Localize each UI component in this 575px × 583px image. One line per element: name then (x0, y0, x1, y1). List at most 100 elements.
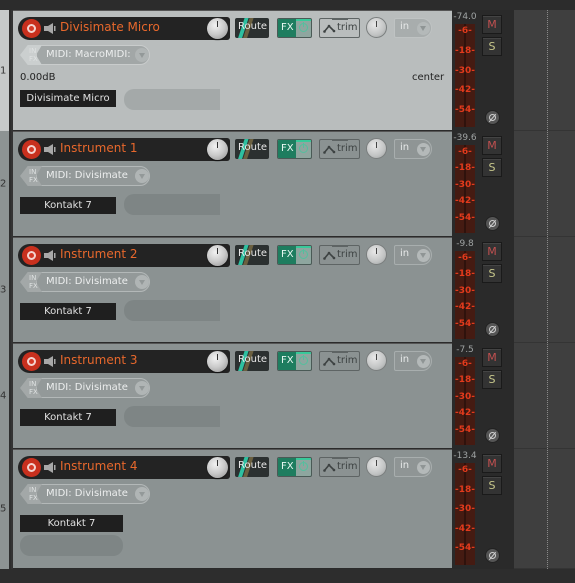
mute-button[interactable]: M (482, 242, 502, 261)
fx-button[interactable]: FX (277, 139, 312, 159)
arrange-lane[interactable] (514, 131, 575, 237)
meter-peak-readout[interactable]: -7.5 (452, 345, 478, 355)
route-button[interactable]: Route (235, 351, 269, 371)
pan-knob[interactable] (366, 456, 387, 477)
track-control-panel[interactable]: Instrument 2 Route FX trim in IN FX MIDI… (13, 237, 452, 343)
chevron-down-icon[interactable] (135, 275, 149, 289)
meter-peak-readout[interactable]: -13.4 (452, 451, 478, 461)
volume-knob[interactable] (207, 139, 228, 160)
level-meter[interactable]: -9.8 -6- -18- -30- -42- -54- (452, 237, 478, 343)
fx-bypass-power-icon[interactable] (299, 22, 308, 32)
track-name[interactable]: Divisimate Micro (60, 20, 160, 34)
phase-invert-icon[interactable] (485, 428, 500, 443)
meter-peak-readout[interactable]: -74.0 (452, 12, 478, 22)
phase-invert-icon[interactable] (485, 110, 500, 125)
chevron-down-icon[interactable] (135, 169, 149, 183)
level-meter[interactable]: -39.6 -6- -18- -30- -42- -54- (452, 131, 478, 237)
track-control-panel[interactable]: Instrument 4 Route FX trim in IN FX MIDI… (13, 449, 452, 569)
automation-trim-button[interactable]: trim (319, 18, 360, 38)
empty-fx-slot[interactable] (124, 300, 220, 321)
fx-button[interactable]: FX (277, 18, 312, 38)
record-arm-button[interactable] (22, 19, 41, 38)
level-meter[interactable]: -7.5 -6- -18- -30- -42- -54- (452, 343, 478, 449)
track-control-panel[interactable]: Instrument 1 Route FX trim in IN FX MIDI… (13, 131, 452, 237)
automation-trim-button[interactable]: trim (319, 139, 360, 159)
fx-button[interactable]: FX (277, 351, 312, 371)
track-control-panel[interactable]: Instrument 3 Route FX trim in IN FX MIDI… (13, 343, 452, 449)
input-select-button[interactable]: in (394, 18, 432, 38)
route-button[interactable]: Route (235, 457, 269, 477)
track-name-bar[interactable]: Instrument 3 (18, 350, 230, 373)
automation-trim-button[interactable]: trim (319, 457, 360, 477)
input-select-button[interactable]: in (394, 245, 432, 265)
track-name-bar[interactable]: Divisimate Micro (18, 17, 230, 40)
empty-fx-slot[interactable] (20, 535, 123, 556)
speaker-icon[interactable] (44, 462, 56, 473)
midi-input-selector[interactable]: IN FX MIDI: Divisimate (20, 166, 150, 186)
fx-plugin-slot[interactable]: Kontakt 7 (20, 303, 116, 320)
track-number-cell[interactable]: 3 (0, 237, 11, 343)
speaker-icon[interactable] (44, 250, 56, 261)
track[interactable]: 2 Instrument 1 Route FX trim in IN FX MI… (0, 131, 514, 237)
midi-input-selector[interactable]: IN FX MIDI: Divisimate (20, 378, 150, 398)
track-name[interactable]: Instrument 4 (60, 459, 137, 473)
track-name-bar[interactable]: Instrument 2 (18, 244, 230, 267)
arrange-lane[interactable] (514, 237, 575, 343)
solo-button[interactable]: S (482, 370, 502, 389)
input-select-button[interactable]: in (394, 139, 432, 159)
level-meter[interactable]: -13.4 -6- -18- -30- -42- -54- (452, 449, 478, 569)
solo-button[interactable]: S (482, 264, 502, 283)
pan-knob[interactable] (366, 244, 387, 265)
fx-bypass-power-icon[interactable] (299, 461, 308, 471)
level-meter[interactable]: -74.0 -6- -18- -30- -42- -54- (452, 10, 478, 131)
pan-knob[interactable] (366, 17, 387, 38)
track-number-cell[interactable]: 4 (0, 343, 11, 449)
phase-invert-icon[interactable] (485, 216, 500, 231)
volume-knob[interactable] (207, 351, 228, 372)
midi-input-selector[interactable]: IN FX MIDI: MacroMIDI: (20, 45, 150, 65)
input-select-button[interactable]: in (394, 457, 432, 477)
track-number-cell[interactable]: 5 (0, 449, 11, 569)
mute-button[interactable]: M (482, 15, 502, 34)
fx-button[interactable]: FX (277, 457, 312, 477)
midi-input-selector[interactable]: IN FX MIDI: Divisimate (20, 272, 150, 292)
volume-knob[interactable] (207, 457, 228, 478)
record-arm-button[interactable] (22, 246, 41, 265)
track-name-bar[interactable]: Instrument 4 (18, 456, 230, 479)
track-number-cell[interactable]: 1 (0, 10, 11, 131)
solo-button[interactable]: S (482, 476, 502, 495)
solo-button[interactable]: S (482, 37, 502, 56)
arrange-lane[interactable] (514, 343, 575, 449)
track-name[interactable]: Instrument 3 (60, 353, 137, 367)
record-arm-button[interactable] (22, 140, 41, 159)
fx-plugin-slot[interactable]: Divisimate Micro (20, 90, 116, 107)
route-button[interactable]: Route (235, 139, 269, 159)
phase-invert-icon[interactable] (485, 322, 500, 337)
volume-knob[interactable] (207, 245, 228, 266)
record-arm-button[interactable] (22, 352, 41, 371)
fx-button[interactable]: FX (277, 245, 312, 265)
fx-plugin-slot[interactable]: Kontakt 7 (20, 197, 116, 214)
input-select-button[interactable]: in (394, 351, 432, 371)
pan-knob[interactable] (366, 138, 387, 159)
track-name-bar[interactable]: Instrument 1 (18, 138, 230, 161)
meter-peak-readout[interactable]: -9.8 (452, 239, 478, 249)
automation-trim-button[interactable]: trim (319, 245, 360, 265)
chevron-down-icon[interactable] (135, 381, 149, 395)
arrange-lane[interactable] (514, 449, 575, 569)
empty-fx-slot[interactable] (124, 89, 220, 110)
fx-bypass-power-icon[interactable] (299, 249, 308, 259)
fx-bypass-power-icon[interactable] (299, 355, 308, 365)
mute-button[interactable]: M (482, 136, 502, 155)
track[interactable]: 3 Instrument 2 Route FX trim in IN FX MI… (0, 237, 514, 343)
fx-bypass-power-icon[interactable] (299, 143, 308, 153)
speaker-icon[interactable] (44, 144, 56, 155)
speaker-icon[interactable] (44, 356, 56, 367)
track[interactable]: 4 Instrument 3 Route FX trim in IN FX MI… (0, 343, 514, 449)
track[interactable]: 1 Divisimate Micro Route FX trim in IN F… (0, 10, 514, 131)
track-number-cell[interactable]: 2 (0, 131, 11, 237)
arrange-view[interactable] (514, 10, 575, 583)
mute-button[interactable]: M (482, 348, 502, 367)
record-arm-button[interactable] (22, 458, 41, 477)
midi-input-selector[interactable]: IN FX MIDI: Divisimate (20, 484, 150, 504)
